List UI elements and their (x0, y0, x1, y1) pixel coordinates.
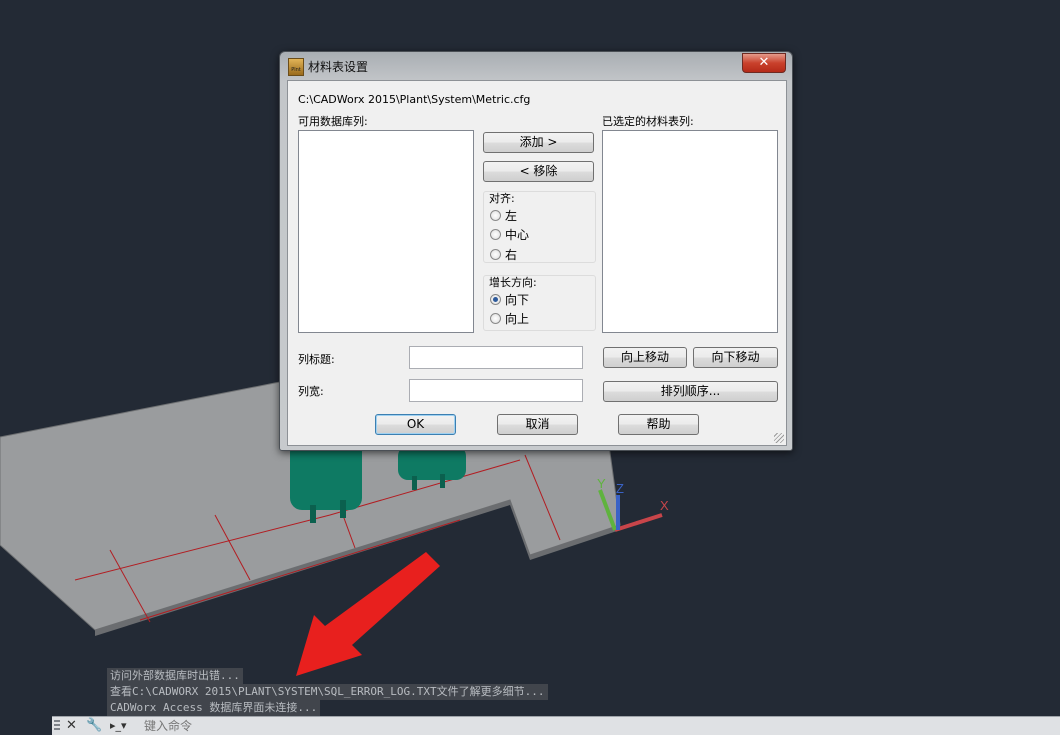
prompt-icon[interactable]: ▸_▾ (110, 717, 127, 735)
align-right-radio[interactable]: 右 (490, 246, 517, 262)
ok-button[interactable]: OK (375, 414, 456, 435)
annotation-arrow-bottom (296, 552, 440, 676)
wrench-icon[interactable]: 🔧 (86, 717, 102, 735)
ucs-y-label: Y (597, 476, 606, 491)
align-center-radio[interactable]: 中心 (490, 226, 529, 242)
column-title-input[interactable] (409, 346, 583, 369)
dialog-titlebar[interactable]: Plnt 材料表设置 ✕ (280, 52, 792, 80)
command-history-line: 访问外部数据库时出错... (107, 668, 243, 684)
growth-direction-label: 增长方向: (489, 276, 537, 289)
radio-circle-icon (490, 209, 501, 221)
move-up-button[interactable]: 向上移动 (603, 347, 687, 368)
command-input[interactable]: 键入命令 (144, 718, 192, 734)
column-width-label: 列宽: (298, 385, 324, 398)
available-columns-list[interactable] (298, 130, 474, 333)
radio-circle-icon (490, 312, 501, 324)
selected-columns-label: 已选定的材料表列: (602, 115, 694, 128)
grow-down-radio[interactable]: 向下 (490, 291, 529, 307)
ucs-z-label: Z (616, 481, 624, 496)
dialog-title: 材料表设置 (308, 60, 369, 74)
available-columns-label: 可用数据库列: (298, 115, 368, 128)
bom-settings-dialog: Plnt 材料表设置 ✕ C:\CADWorx 2015\Plant\Syste… (279, 51, 793, 451)
column-width-input[interactable] (409, 379, 583, 402)
resize-grip-icon[interactable] (774, 433, 784, 443)
align-center-label: 中心 (505, 227, 530, 242)
selected-columns-list[interactable] (602, 130, 778, 333)
column-title-label: 列标题: (298, 353, 335, 366)
alignment-group: 对齐: 左 中心 右 (483, 191, 596, 263)
align-left-radio[interactable]: 左 (490, 207, 517, 223)
drag-handle-icon[interactable] (54, 720, 60, 732)
command-history-line: CADWorx Access 数据库界面未连接... (107, 700, 321, 716)
command-history-line: 查看C:\CADWORX 2015\PLANT\SYSTEM\SQL_ERROR… (107, 684, 548, 700)
align-left-label: 左 (505, 208, 518, 223)
alignment-group-label: 对齐: (489, 192, 515, 205)
app-icon: Plnt (288, 58, 304, 76)
grow-up-radio[interactable]: 向上 (490, 310, 529, 326)
remove-button[interactable]: < 移除 (483, 161, 594, 182)
grow-up-label: 向上 (505, 311, 530, 326)
grow-down-label: 向下 (505, 292, 530, 307)
radio-circle-icon (490, 248, 501, 260)
dialog-client: C:\CADWorx 2015\Plant\System\Metric.cfg … (287, 80, 787, 446)
close-button[interactable]: ✕ (742, 53, 786, 73)
ucs-x-label: X (660, 498, 669, 513)
radio-circle-icon (490, 228, 501, 240)
growth-direction-group: 增长方向: 向下 向上 (483, 275, 596, 331)
align-right-label: 右 (505, 247, 518, 262)
help-button[interactable]: 帮助 (618, 414, 699, 435)
config-path: C:\CADWorx 2015\Plant\System\Metric.cfg (298, 93, 531, 106)
command-line-bar: ✕ 🔧 ▸_▾ 键入命令 (52, 716, 1060, 735)
radio-selected-icon (490, 293, 501, 305)
add-button[interactable]: 添加 > (483, 132, 594, 153)
move-down-button[interactable]: 向下移动 (693, 347, 778, 368)
close-icon[interactable]: ✕ (66, 717, 77, 735)
sort-order-button[interactable]: 排列顺序... (603, 381, 778, 402)
cancel-button[interactable]: 取消 (497, 414, 578, 435)
